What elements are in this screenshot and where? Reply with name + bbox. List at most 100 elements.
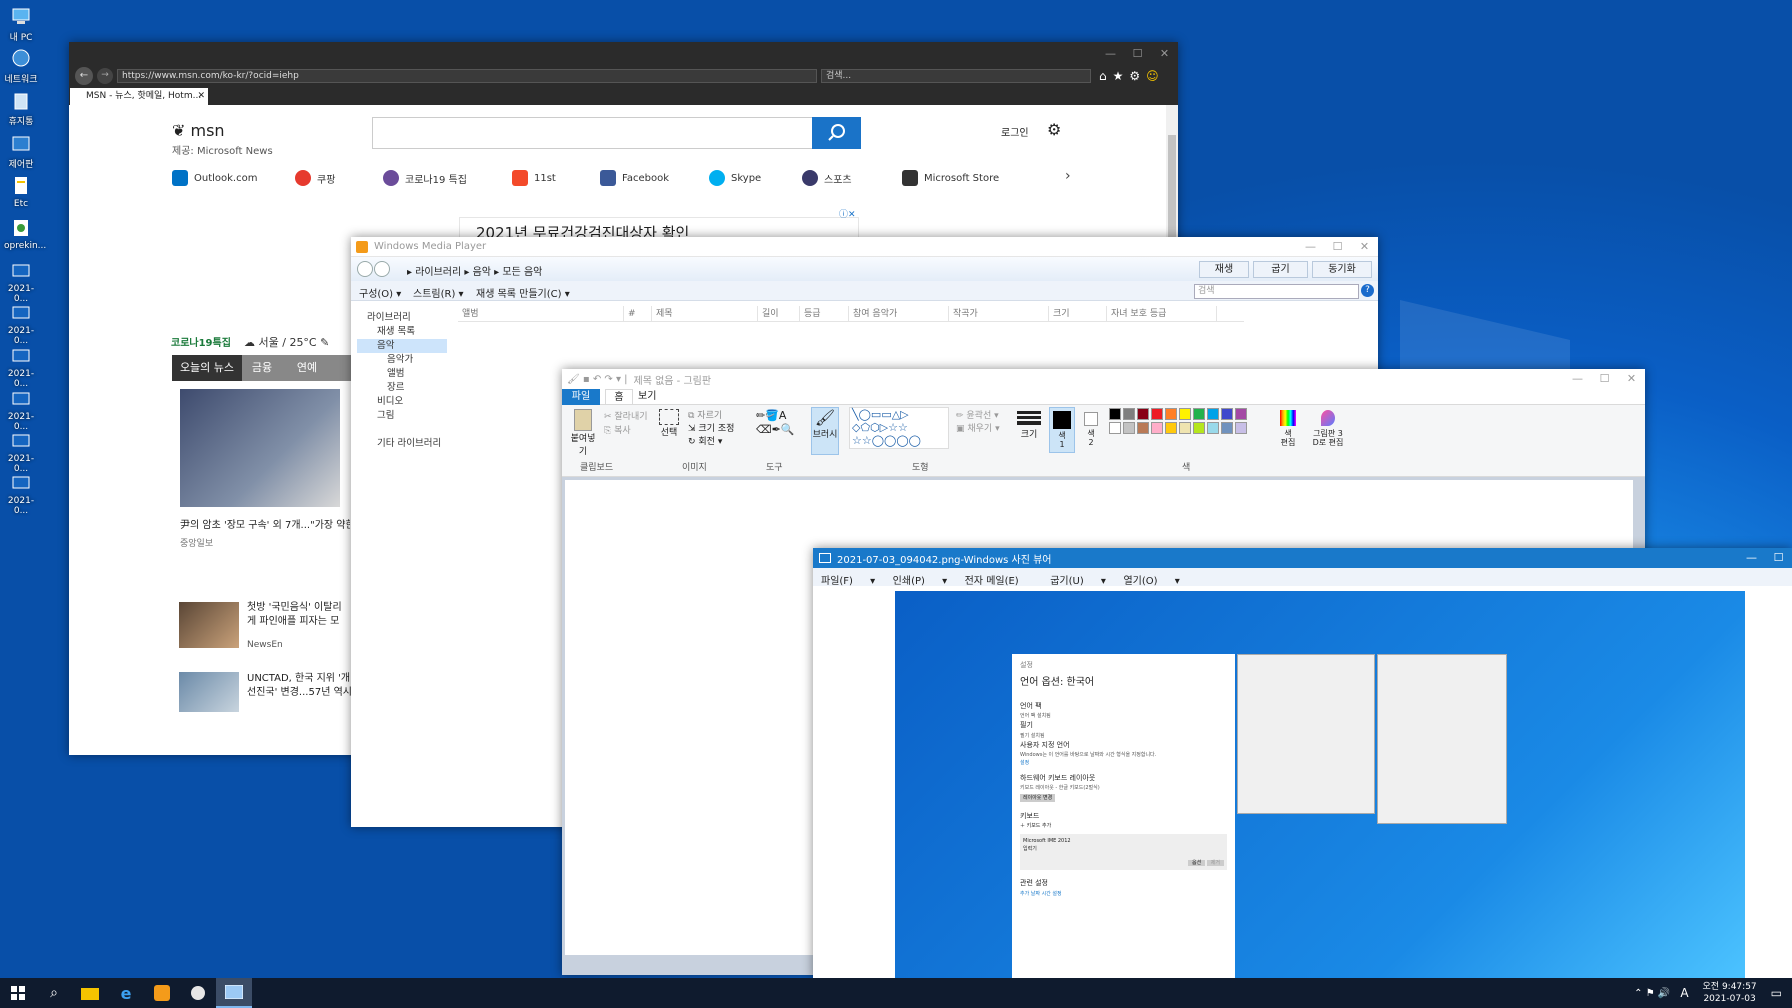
column-contributing-artist[interactable]: 참여 음악가: [849, 306, 949, 322]
msn-logo[interactable]: ❦ msn: [172, 121, 225, 140]
taskbar-photo-viewer[interactable]: [216, 978, 252, 1008]
desktop-icon-pc[interactable]: 내 PC: [4, 6, 38, 43]
wmp-search-input[interactable]: 검색: [1194, 284, 1359, 299]
forward-icon[interactable]: →: [97, 68, 113, 84]
palette-swatch[interactable]: [1179, 422, 1191, 434]
palette-swatch[interactable]: [1193, 422, 1205, 434]
shapes-gallery[interactable]: ╲◯▭▭△▷ ◇⬠⬡▷☆☆ ☆☆◯◯◯◯: [849, 407, 949, 449]
desktop-icon-file[interactable]: 2021-0...: [4, 388, 38, 432]
palette-swatch[interactable]: [1123, 422, 1135, 434]
minimize-button[interactable]: —: [1297, 238, 1324, 256]
paint3d-button[interactable]: 그림판 3 D로 편집: [1306, 407, 1350, 447]
text-icon[interactable]: A: [779, 409, 787, 422]
palette-swatch[interactable]: [1207, 422, 1219, 434]
taskbar-explorer[interactable]: [72, 978, 108, 1008]
menu-burn[interactable]: 굽기(U) ▾: [1050, 576, 1106, 587]
column-parental-rating[interactable]: 자녀 보호 등급: [1107, 306, 1217, 322]
desktop-icon-file[interactable]: 2021-0...: [4, 345, 38, 389]
desktop-icon-file[interactable]: 2021-0...: [4, 472, 38, 516]
notification-icon[interactable]: ▭: [1771, 986, 1782, 1000]
weather-widget[interactable]: ☁ 서울 / 25°C ✎: [244, 334, 329, 350]
search-icon[interactable]: ⌕: [36, 978, 72, 1008]
tab-sync[interactable]: 동기화: [1312, 261, 1372, 278]
close-button[interactable]: ✕: [1351, 238, 1378, 256]
palette-swatch[interactable]: [1221, 408, 1233, 420]
palette-swatch[interactable]: [1207, 408, 1219, 420]
size-button[interactable]: 크기: [1017, 409, 1041, 440]
taskbar-wmp[interactable]: [144, 978, 180, 1008]
column-size[interactable]: 크기: [1049, 306, 1107, 322]
menu-open[interactable]: 열기(O) ▾: [1123, 576, 1179, 587]
scrollbar-thumb[interactable]: [1168, 135, 1176, 245]
tab-file[interactable]: 파일: [562, 389, 600, 405]
tree-item[interactable]: 라이브러리: [357, 311, 447, 325]
desktop-icon-file[interactable]: 2021-0...: [4, 260, 38, 304]
palette-swatch[interactable]: [1151, 408, 1163, 420]
select-button[interactable]: 선택: [654, 409, 684, 438]
minimize-button[interactable]: —: [1564, 370, 1591, 388]
breadcrumb-item[interactable]: 모든 음악: [502, 267, 542, 278]
close-button[interactable]: ✕: [1151, 45, 1178, 63]
palette-swatch[interactable]: [1137, 408, 1149, 420]
palette-swatch[interactable]: [1137, 422, 1149, 434]
news-tab-today[interactable]: 오늘의 뉴스: [172, 355, 242, 381]
home-icon[interactable]: ⌂: [1099, 69, 1107, 83]
smiley-icon[interactable]: ☺: [1146, 69, 1159, 83]
minimize-button[interactable]: —: [1738, 549, 1765, 567]
quicklink-msstore[interactable]: Microsoft Store: [902, 170, 999, 186]
cut-button[interactable]: ✂ 잘라내기: [604, 409, 648, 422]
desktop-icon-control-panel[interactable]: 제어판: [4, 133, 38, 170]
quicklink-11st[interactable]: 11st: [512, 170, 556, 186]
edit-icon[interactable]: ✎: [320, 336, 329, 349]
maximize-button[interactable]: ☐: [1591, 370, 1618, 388]
pencil-icon[interactable]: ✏: [756, 409, 765, 422]
column-title[interactable]: 제목: [652, 306, 758, 322]
menu-email[interactable]: 전자 메일(E): [965, 576, 1033, 587]
column-composer[interactable]: 작곡가: [949, 306, 1049, 322]
desktop-icon-oprekin[interactable]: oprekin...: [4, 217, 46, 251]
headline[interactable]: 尹의 암초 '장모 구속' 외 7개..."가장 약한: [180, 516, 350, 531]
ime-indicator[interactable]: A: [1680, 986, 1688, 1000]
back-icon[interactable]: [357, 261, 373, 277]
tree-item[interactable]: 비디오: [357, 395, 447, 409]
tray-icons[interactable]: ⌃ ⚑ 🔊: [1634, 988, 1670, 999]
stream-menu[interactable]: 스트림(R) ▾: [413, 285, 464, 300]
start-button[interactable]: [0, 978, 36, 1008]
tab-close-icon[interactable]: ✕: [197, 88, 205, 104]
ad-banner[interactable]: 2021년 무료건강검진대상자 확인: [459, 217, 859, 239]
eraser-icon[interactable]: ⌫: [756, 423, 772, 436]
menu-file[interactable]: 파일(F) ▾: [821, 576, 875, 587]
headline[interactable]: 첫방 '국민음식' 이탈리 게 파인애플 피자는 모: [247, 601, 342, 629]
desktop-icon-recycle[interactable]: 휴지통: [4, 90, 38, 127]
chevron-right-icon[interactable]: ›: [1065, 168, 1071, 184]
maximize-button[interactable]: ☐: [1324, 238, 1351, 256]
palette-swatch[interactable]: [1235, 408, 1247, 420]
palette-swatch[interactable]: [1165, 422, 1177, 434]
palette-swatch[interactable]: [1193, 408, 1205, 420]
copy-button[interactable]: ⎘ 복사: [604, 423, 631, 436]
msn-search-button[interactable]: [812, 117, 861, 149]
ie-search-field[interactable]: 검색...: [821, 69, 1091, 83]
palette-swatch[interactable]: [1109, 408, 1121, 420]
column-album[interactable]: 앨범: [458, 306, 624, 322]
tree-item[interactable]: 장르: [357, 381, 447, 395]
fill-button[interactable]: ▣ 채우기 ▾: [956, 421, 1000, 434]
edit-colors-button[interactable]: 색 편집: [1276, 407, 1300, 447]
tab-msn[interactable]: MSN - 뉴스, 핫메일, Hotm... ✕: [70, 88, 208, 105]
msn-search-input[interactable]: [372, 117, 815, 149]
covid-link[interactable]: 코로나19특집: [171, 334, 231, 349]
tree-item[interactable]: 음악가: [357, 353, 447, 367]
desktop-icon-etc[interactable]: Etc: [4, 175, 38, 209]
palette-swatch[interactable]: [1165, 408, 1177, 420]
column-length[interactable]: 길이: [758, 306, 800, 322]
news-tab-entertainment[interactable]: 연예: [282, 355, 332, 381]
magnifier-icon[interactable]: 🔍: [781, 423, 795, 436]
column-number[interactable]: #: [624, 306, 652, 322]
palette-swatch[interactable]: [1179, 408, 1191, 420]
close-button[interactable]: ✕: [1618, 370, 1645, 388]
tree-item[interactable]: 재생 목록: [357, 325, 447, 339]
settings-icon[interactable]: ⚙: [1129, 69, 1140, 83]
quicklink-skype[interactable]: Skype: [709, 170, 761, 186]
gear-icon[interactable]: ⚙: [1047, 120, 1061, 139]
quick-access-icons[interactable]: 🖌 ▪ ↶ ↷ ▾ |: [567, 374, 628, 385]
